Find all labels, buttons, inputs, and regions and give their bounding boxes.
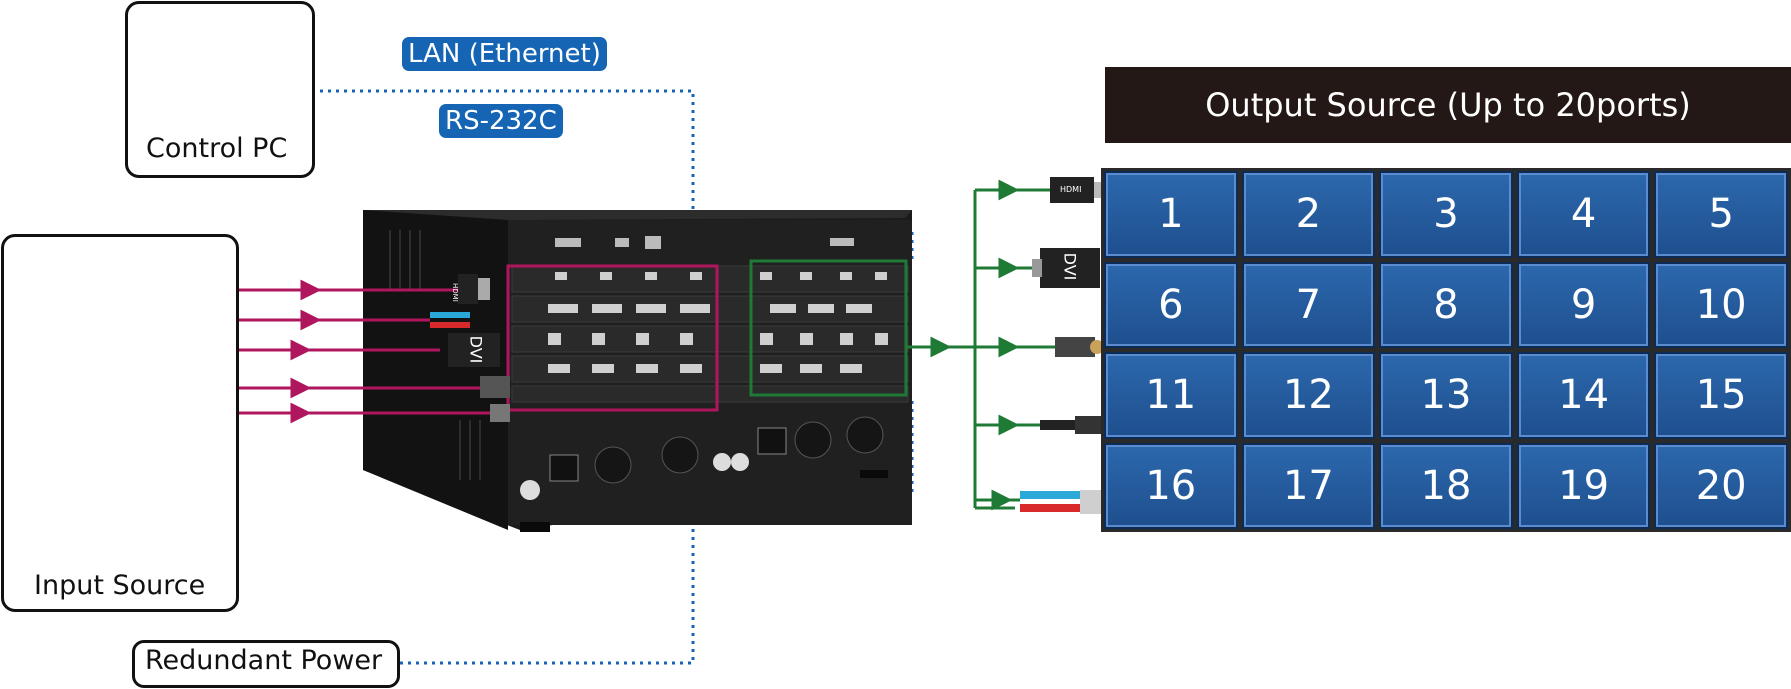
rs232c-label: RS-232C xyxy=(439,104,563,138)
display-tile: 20 xyxy=(1654,442,1788,529)
display-tile: 13 xyxy=(1379,352,1513,439)
display-tile: 8 xyxy=(1379,261,1513,348)
output-source-header: Output Source (Up to 20ports) xyxy=(1105,67,1791,143)
display-tile: 5 xyxy=(1654,171,1788,258)
input-source-label: Input Source xyxy=(34,570,206,601)
display-tile: 6 xyxy=(1104,261,1238,348)
redundant-power-label: Redundant Power xyxy=(145,645,383,676)
display-tile: 12 xyxy=(1241,352,1376,439)
display-tile: 10 xyxy=(1654,261,1788,348)
display-tile: 7 xyxy=(1241,261,1376,348)
display-tile: 11 xyxy=(1104,352,1238,439)
output-arrows xyxy=(906,179,1055,511)
control-pc-label: Control PC xyxy=(146,133,288,164)
display-tile: 1 xyxy=(1104,171,1238,258)
display-tile: 15 xyxy=(1654,352,1788,439)
display-tile: 3 xyxy=(1379,171,1513,258)
display-tile: 19 xyxy=(1516,442,1651,529)
matrix-switcher-chassis xyxy=(363,210,912,532)
display-tile: 18 xyxy=(1379,442,1513,529)
display-tile: 16 xyxy=(1104,442,1238,529)
display-tile: 9 xyxy=(1516,261,1651,348)
output-dvi-connector-text: DVI xyxy=(1060,252,1080,281)
display-tile: 17 xyxy=(1241,442,1376,529)
input-hdmi-connector-text: HDMI xyxy=(451,283,459,302)
lan-ethernet-label: LAN (Ethernet) xyxy=(402,37,607,71)
input-dvi-connector-text: DVI xyxy=(466,335,486,364)
input-source-box xyxy=(1,234,239,612)
output-hdmi-connector-text: HDMI xyxy=(1060,185,1082,194)
video-wall-grid: 1 2 3 4 5 6 7 8 9 10 11 12 13 14 15 16 1… xyxy=(1101,168,1791,532)
display-tile: 14 xyxy=(1516,352,1651,439)
display-tile: 2 xyxy=(1241,171,1376,258)
display-tile: 4 xyxy=(1516,171,1651,258)
